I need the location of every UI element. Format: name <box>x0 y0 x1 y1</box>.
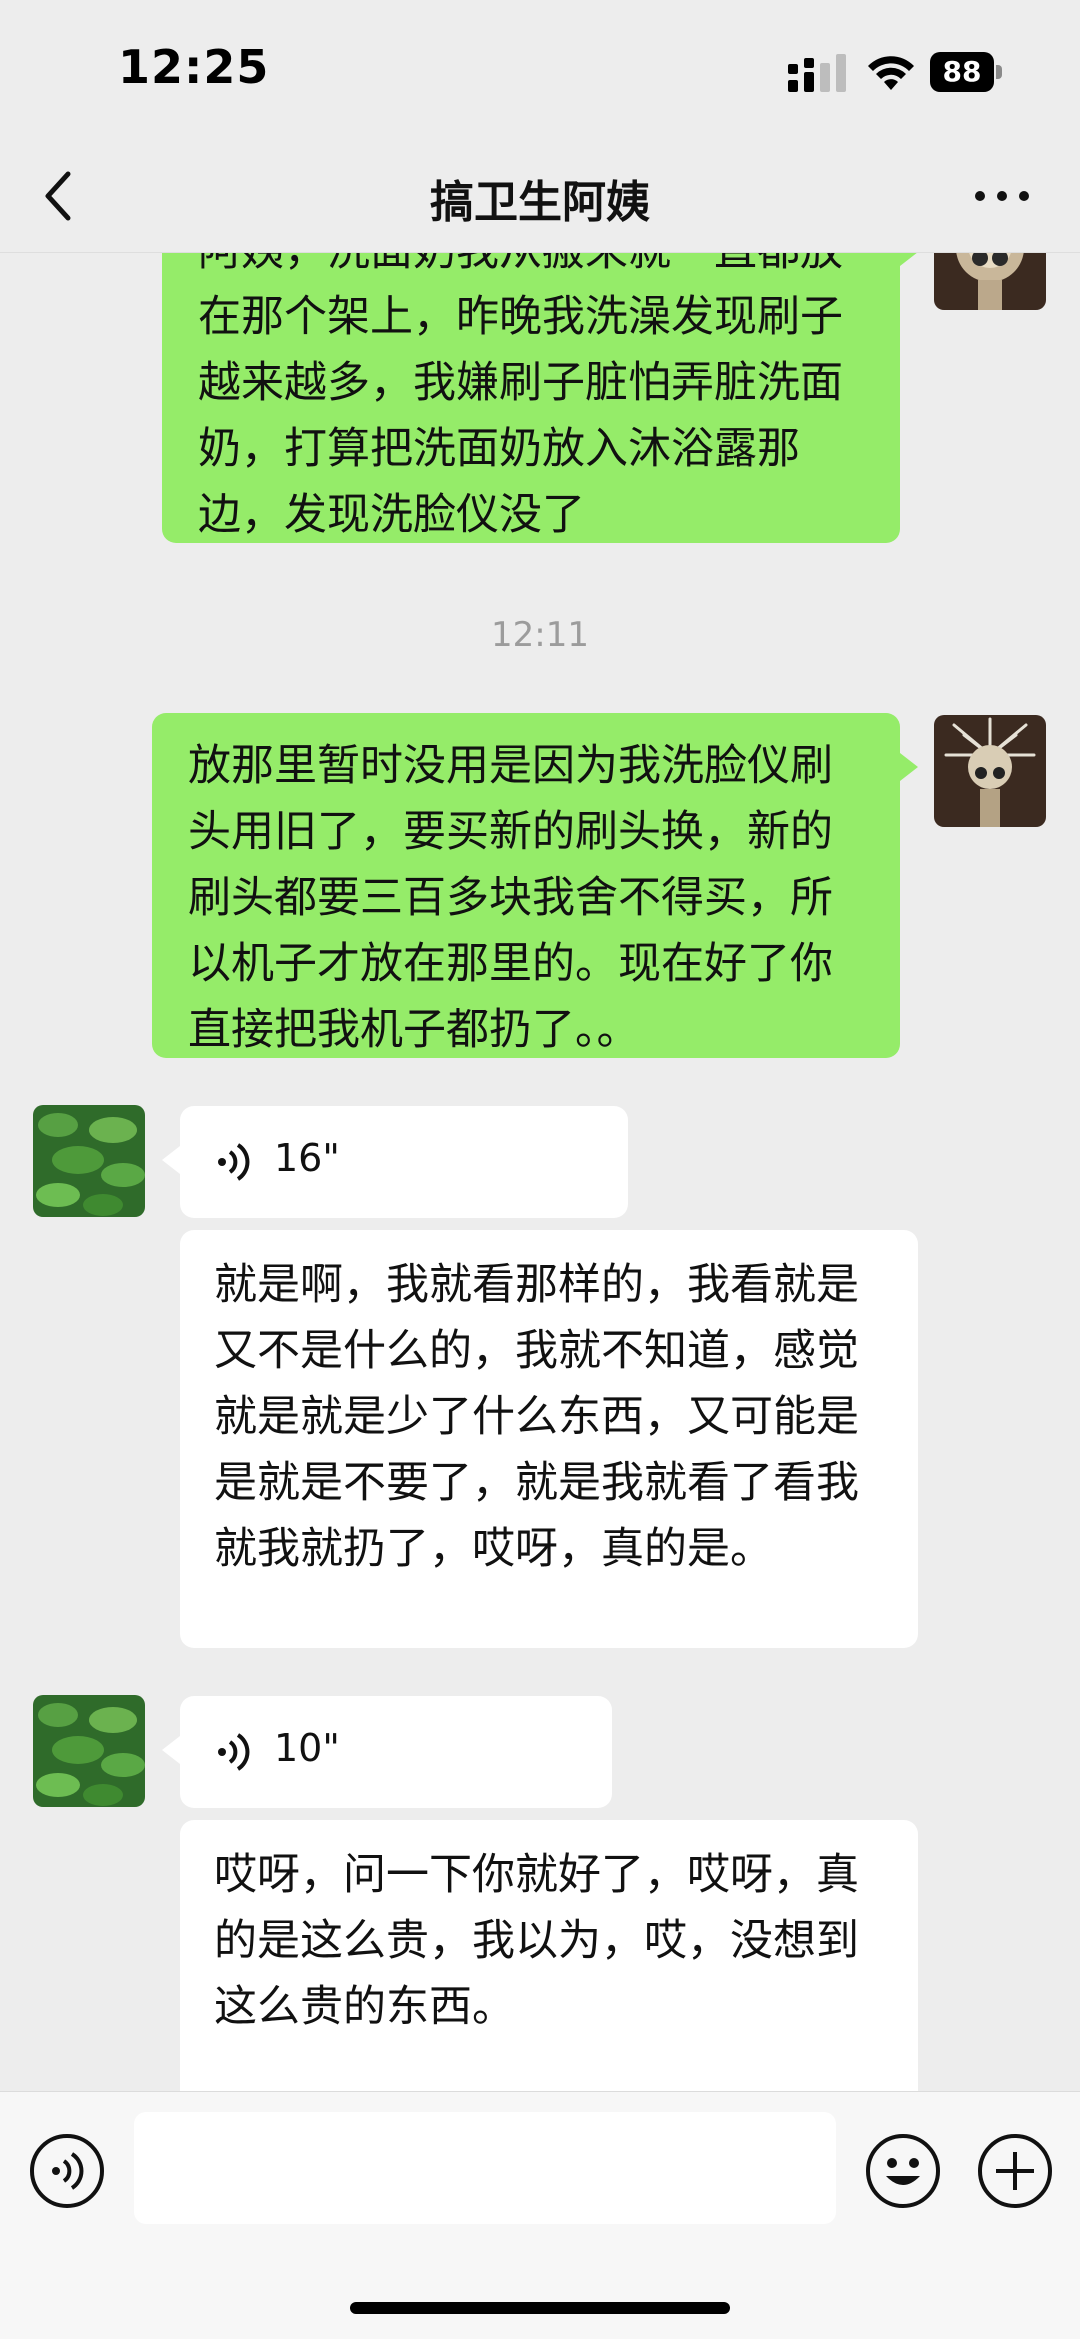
input-bar <box>0 2091 1080 2339</box>
chat-header: 搞卫生阿姨 <box>0 140 1080 253</box>
message-bubble[interactable]: 放那里暂时没用是因为我洗脸仪刷头用旧了，要买新的刷头换，新的刷头都要三百多块我舍… <box>152 713 918 1058</box>
my-avatar[interactable] <box>934 253 1046 310</box>
voice-message[interactable]: 16" <box>162 1106 628 1218</box>
message-input[interactable] <box>134 2112 836 2224</box>
status-time: 12:25 <box>118 40 270 94</box>
battery-level: 88 <box>930 52 994 92</box>
voice-duration: 10" <box>274 1726 340 1770</box>
voice-wave-icon <box>218 1143 250 1181</box>
voice-transcript[interactable]: 哎呀，问一下你就好了，哎呀，真的是这么贵，我以为，哎，没想到这么贵的东西。 <box>180 1820 918 2091</box>
leaves-avatar-image <box>33 1695 145 1807</box>
message-list[interactable]: 阿姨，洗面奶我从搬来就一直都放在那个架上，昨晚我洗澡发现刷子越来越多，我嫌刷子脏… <box>0 253 1080 2091</box>
battery-icon: 88 <box>930 52 1006 92</box>
status-bar: 12:25 88 <box>0 0 1080 140</box>
voice-wave-icon <box>218 1733 250 1771</box>
transcript-text: 就是啊，我就看那样的，我看就是又不是什么的，我就不知道，感觉就是就是少了什么东西… <box>214 1260 859 1574</box>
contact-avatar[interactable] <box>33 1695 145 1807</box>
voice-input-icon[interactable] <box>28 2132 106 2210</box>
message-text: 阿姨，洗面奶我从搬来就一直都放在那个架上，昨晚我洗澡发现刷子越来越多，我嫌刷子脏… <box>198 253 843 540</box>
leaves-avatar-image <box>33 1105 145 1217</box>
message-timestamp: 12:11 <box>491 615 589 655</box>
dog-avatar-image <box>934 715 1046 827</box>
cellular-signal-icon <box>788 54 846 92</box>
wifi-icon <box>868 56 914 90</box>
more-icon[interactable] <box>972 168 1032 224</box>
dog-avatar-image <box>934 253 1046 310</box>
contact-avatar[interactable] <box>33 1105 145 1217</box>
home-indicator[interactable] <box>350 2302 730 2314</box>
message-text: 放那里暂时没用是因为我洗脸仪刷头用旧了，要买新的刷头换，新的刷头都要三百多块我舍… <box>188 741 833 1055</box>
transcript-text: 哎呀，问一下你就好了，哎呀，真的是这么贵，我以为，哎，没想到这么贵的东西。 <box>214 1850 859 2032</box>
plus-icon[interactable] <box>976 2132 1054 2210</box>
chat-title: 搞卫生阿姨 <box>430 177 650 228</box>
voice-duration: 16" <box>274 1136 340 1180</box>
my-avatar[interactable] <box>934 715 1046 827</box>
voice-transcript[interactable]: 就是啊，我就看那样的，我看就是又不是什么的，我就不知道，感觉就是就是少了什么东西… <box>180 1230 918 1648</box>
emoji-icon[interactable] <box>864 2132 942 2210</box>
voice-message[interactable]: 10" <box>162 1696 612 1808</box>
message-bubble[interactable]: 阿姨，洗面奶我从搬来就一直都放在那个架上，昨晚我洗澡发现刷子越来越多，我嫌刷子脏… <box>162 253 918 543</box>
